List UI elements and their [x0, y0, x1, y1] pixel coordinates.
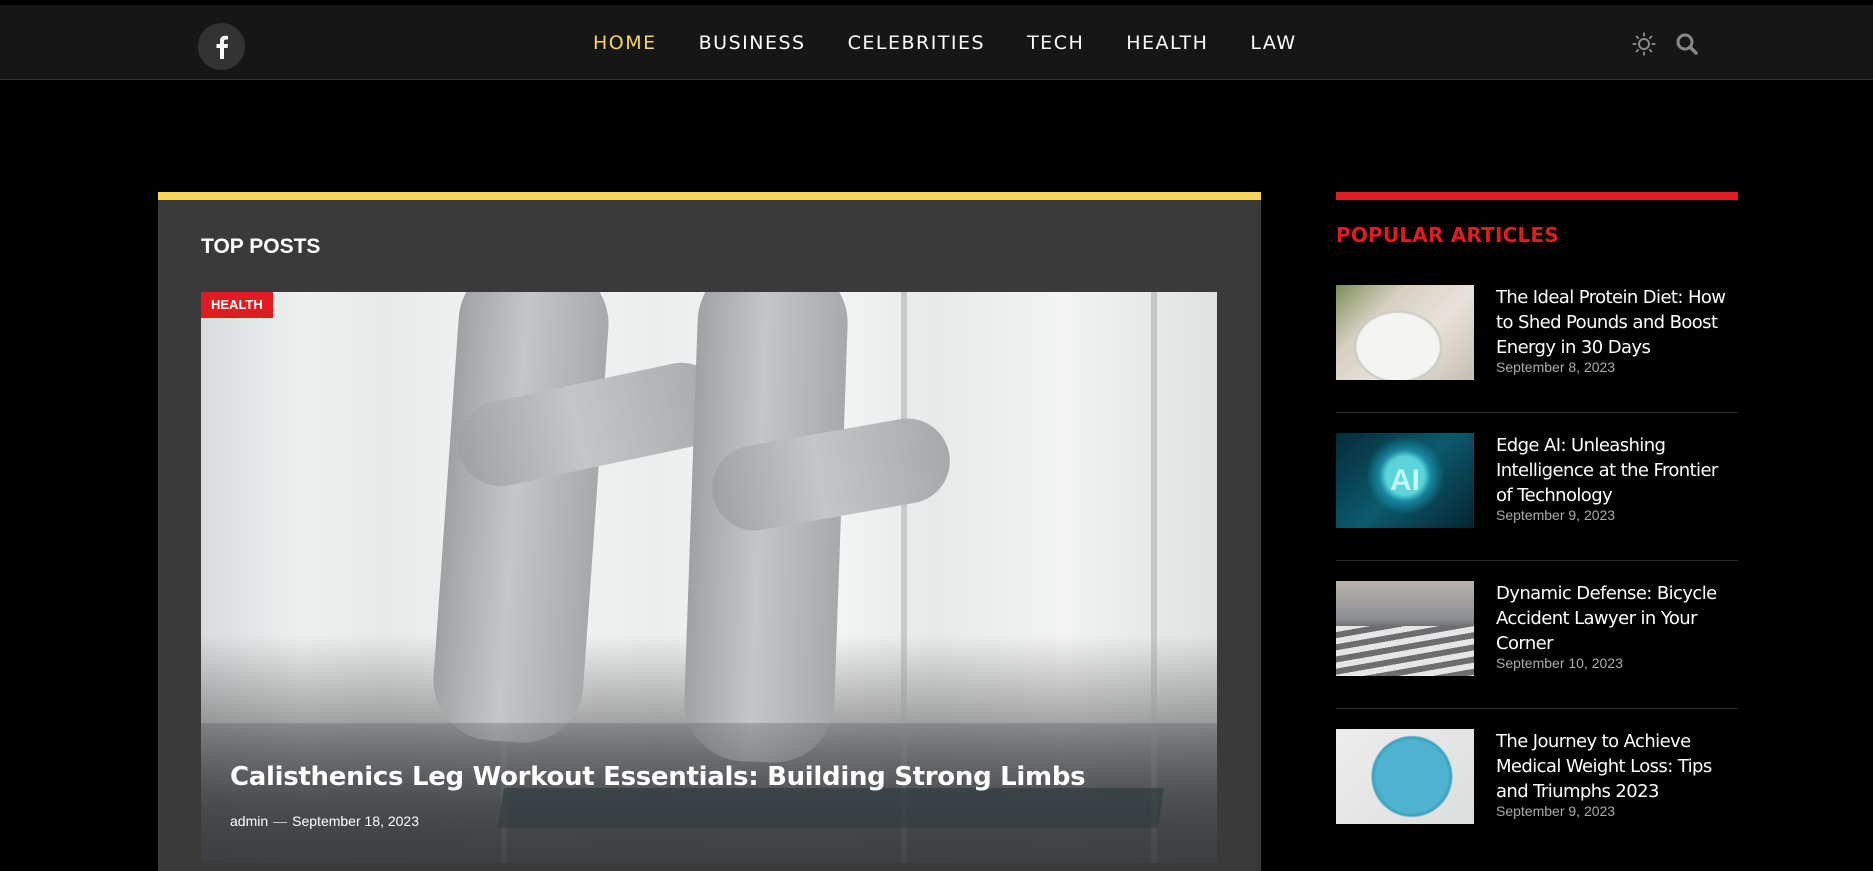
hero-figure [429, 292, 613, 747]
category-badge[interactable]: HEALTH [201, 292, 273, 318]
article-title[interactable]: Dynamic Defense: Bicycle Accident Lawyer… [1496, 581, 1738, 656]
article-item[interactable]: AI Edge AI: Unleashing Intelligence at t… [1336, 413, 1738, 561]
article-thumbnail[interactable]: AI [1336, 433, 1474, 528]
featured-post-meta: admin — September 18, 2023 [230, 813, 419, 829]
nav-business[interactable]: BUSINESS [699, 32, 806, 54]
nav-celebrities[interactable]: CELEBRITIES [848, 32, 985, 54]
article-thumbnail[interactable] [1336, 581, 1474, 676]
article-list: The Ideal Protein Diet: How to Shed Poun… [1336, 265, 1738, 857]
theme-toggle-button[interactable] [1630, 30, 1658, 58]
article-title[interactable]: The Ideal Protein Diet: How to Shed Poun… [1496, 285, 1738, 360]
search-button[interactable] [1673, 30, 1701, 58]
nav-home[interactable]: HOME [593, 32, 657, 54]
nav-health[interactable]: HEALTH [1126, 32, 1208, 54]
ai-glyph: AI [1390, 463, 1420, 497]
facebook-link[interactable] [198, 23, 245, 70]
sun-icon [1632, 32, 1656, 56]
article-thumbnail[interactable] [1336, 729, 1474, 824]
site-header: HOME BUSINESS CELEBRITIES TECH HEALTH LA… [0, 5, 1873, 80]
article-item[interactable]: Dynamic Defense: Bicycle Accident Lawyer… [1336, 561, 1738, 709]
sidebar-accent-bar [1336, 192, 1738, 200]
article-item[interactable]: The Ideal Protein Diet: How to Shed Poun… [1336, 265, 1738, 413]
top-posts-panel: TOP POSTS HEALTH Calisthenics Leg Workou… [158, 192, 1261, 871]
article-date: September 9, 2023 [1496, 803, 1616, 819]
facebook-icon [216, 35, 228, 59]
main-nav: HOME BUSINESS CELEBRITIES TECH HEALTH LA… [593, 5, 1339, 80]
article-thumbnail[interactable] [1336, 285, 1474, 380]
article-date: September 10, 2023 [1496, 655, 1623, 671]
meta-separator: — [273, 813, 288, 829]
featured-post-title[interactable]: Calisthenics Leg Workout Essentials: Bui… [230, 762, 1086, 792]
nav-tech[interactable]: TECH [1027, 32, 1084, 54]
article-date: September 9, 2023 [1496, 507, 1616, 523]
post-author[interactable]: admin [230, 813, 268, 829]
popular-articles-title: POPULAR ARTICLES [1336, 223, 1559, 247]
article-item[interactable]: The Journey to Achieve Medical Weight Lo… [1336, 709, 1738, 857]
post-date: September 18, 2023 [292, 813, 420, 829]
popular-articles-sidebar: POPULAR ARTICLES The Ideal Protein Diet:… [1336, 192, 1738, 857]
article-title[interactable]: The Journey to Achieve Medical Weight Lo… [1496, 729, 1738, 804]
top-posts-title: TOP POSTS [201, 235, 321, 258]
article-date: September 8, 2023 [1496, 359, 1616, 375]
search-icon [1676, 33, 1698, 55]
featured-post[interactable]: HEALTH Calisthenics Leg Workout Essentia… [201, 292, 1217, 863]
article-title[interactable]: Edge AI: Unleashing Intelligence at the … [1496, 433, 1738, 508]
nav-law[interactable]: LAW [1250, 32, 1296, 54]
hero-mat [498, 788, 1164, 828]
